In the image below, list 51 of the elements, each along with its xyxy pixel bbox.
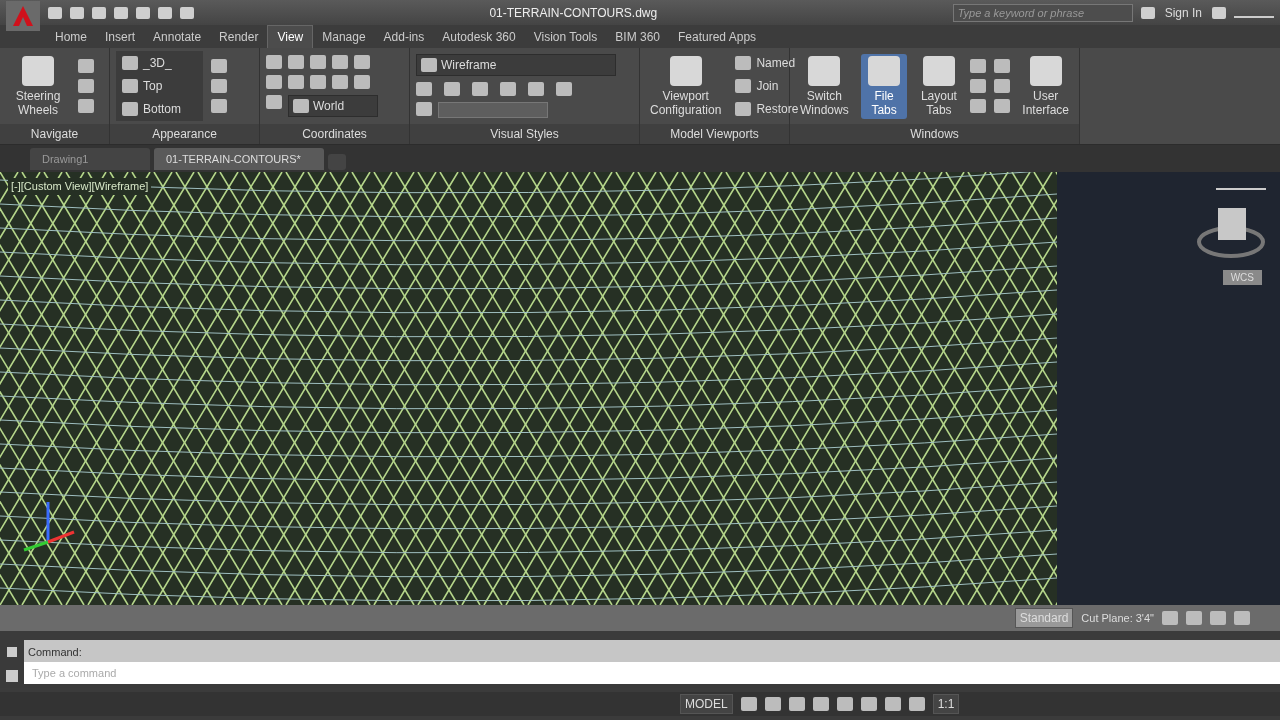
ribbon-tab[interactable]: Home	[46, 26, 96, 48]
file-tab[interactable]: 01-TERRAIN-CONTOURS*	[154, 147, 324, 170]
visual-style-dropdown[interactable]: Wireframe	[416, 54, 616, 76]
viewcube-icon[interactable]	[1197, 208, 1265, 258]
panel-title[interactable]: Appearance	[110, 124, 259, 144]
panel-title[interactable]: Windows	[790, 124, 1079, 144]
ribbon-tab[interactable]: View	[267, 25, 314, 48]
panel-title[interactable]: Model Viewports	[640, 124, 789, 144]
viewport-tool-button[interactable]: Named	[733, 53, 801, 73]
toolbar-icon[interactable]	[114, 6, 128, 19]
panel-title[interactable]: Visual Styles	[410, 124, 639, 144]
viewport-tool-button[interactable]: Restore	[733, 99, 801, 119]
ribbon-tab[interactable]: Insert	[96, 26, 145, 48]
annotation-scale-button[interactable]: 1:1	[932, 694, 960, 714]
ribbon-tab[interactable]: Add-ins	[374, 26, 434, 48]
ribbon-tab[interactable]: BIM 360	[606, 26, 669, 48]
viewport-tool-button[interactable]: Join	[733, 76, 801, 96]
application-menu-button[interactable]	[6, 0, 40, 31]
ribbon-tab[interactable]: Annotate	[144, 26, 211, 48]
ribbon-tab[interactable]: Autodesk 360	[433, 26, 525, 48]
model-space-button[interactable]: MODEL	[680, 694, 733, 714]
named-view-item[interactable]: Top	[120, 76, 183, 96]
panel-title[interactable]: Navigate	[0, 124, 109, 144]
toolbar-icon[interactable]	[180, 6, 194, 19]
named-view-item[interactable]: _3D_	[120, 53, 183, 73]
steering-wheels-button[interactable]: Steering Wheels	[6, 53, 70, 119]
toolbar-icon[interactable]	[70, 6, 84, 19]
viewport-configuration-button[interactable]: Viewport Configuration	[646, 53, 726, 119]
ucs-axes-icon	[23, 502, 75, 552]
sign-in-button[interactable]: Sign In	[1162, 2, 1204, 23]
ribbon-tab[interactable]: Featured Apps	[669, 26, 766, 48]
toolbar-icon[interactable]	[158, 6, 172, 19]
letter-a-logo-icon	[12, 4, 34, 27]
user-interface-button[interactable]: User Interface	[1018, 53, 1073, 119]
panel-title[interactable]: Coordinates	[260, 124, 409, 144]
window-toggle-button[interactable]: Layout Tabs	[915, 53, 963, 119]
toolbar-icon[interactable]	[48, 6, 62, 19]
toolbar-icon[interactable]	[92, 6, 106, 19]
named-view-item[interactable]: Bottom	[120, 99, 183, 119]
viewport-label[interactable]: [-][Custom View][Wireframe]	[8, 178, 152, 195]
ribbon-tab[interactable]: Render	[210, 26, 268, 48]
command-input-field[interactable]: Type a command	[24, 662, 1280, 684]
command-history: Command:	[24, 640, 1280, 662]
window-title: 01-TERRAIN-CONTOURS.dwg	[488, 4, 659, 22]
ucs-dropdown[interactable]: World	[288, 95, 378, 117]
ribbon-tab[interactable]: Vision Tools	[524, 26, 607, 48]
cut-plane-label: Cut Plane: 3'4"	[1081, 610, 1154, 626]
search-field[interactable]: Type a keyword or phrase	[952, 3, 1133, 22]
toolbar-icon[interactable]	[136, 6, 150, 19]
window-toggle-button[interactable]: File Tabs	[860, 53, 908, 119]
ribbon-tab[interactable]: Manage	[313, 26, 375, 48]
